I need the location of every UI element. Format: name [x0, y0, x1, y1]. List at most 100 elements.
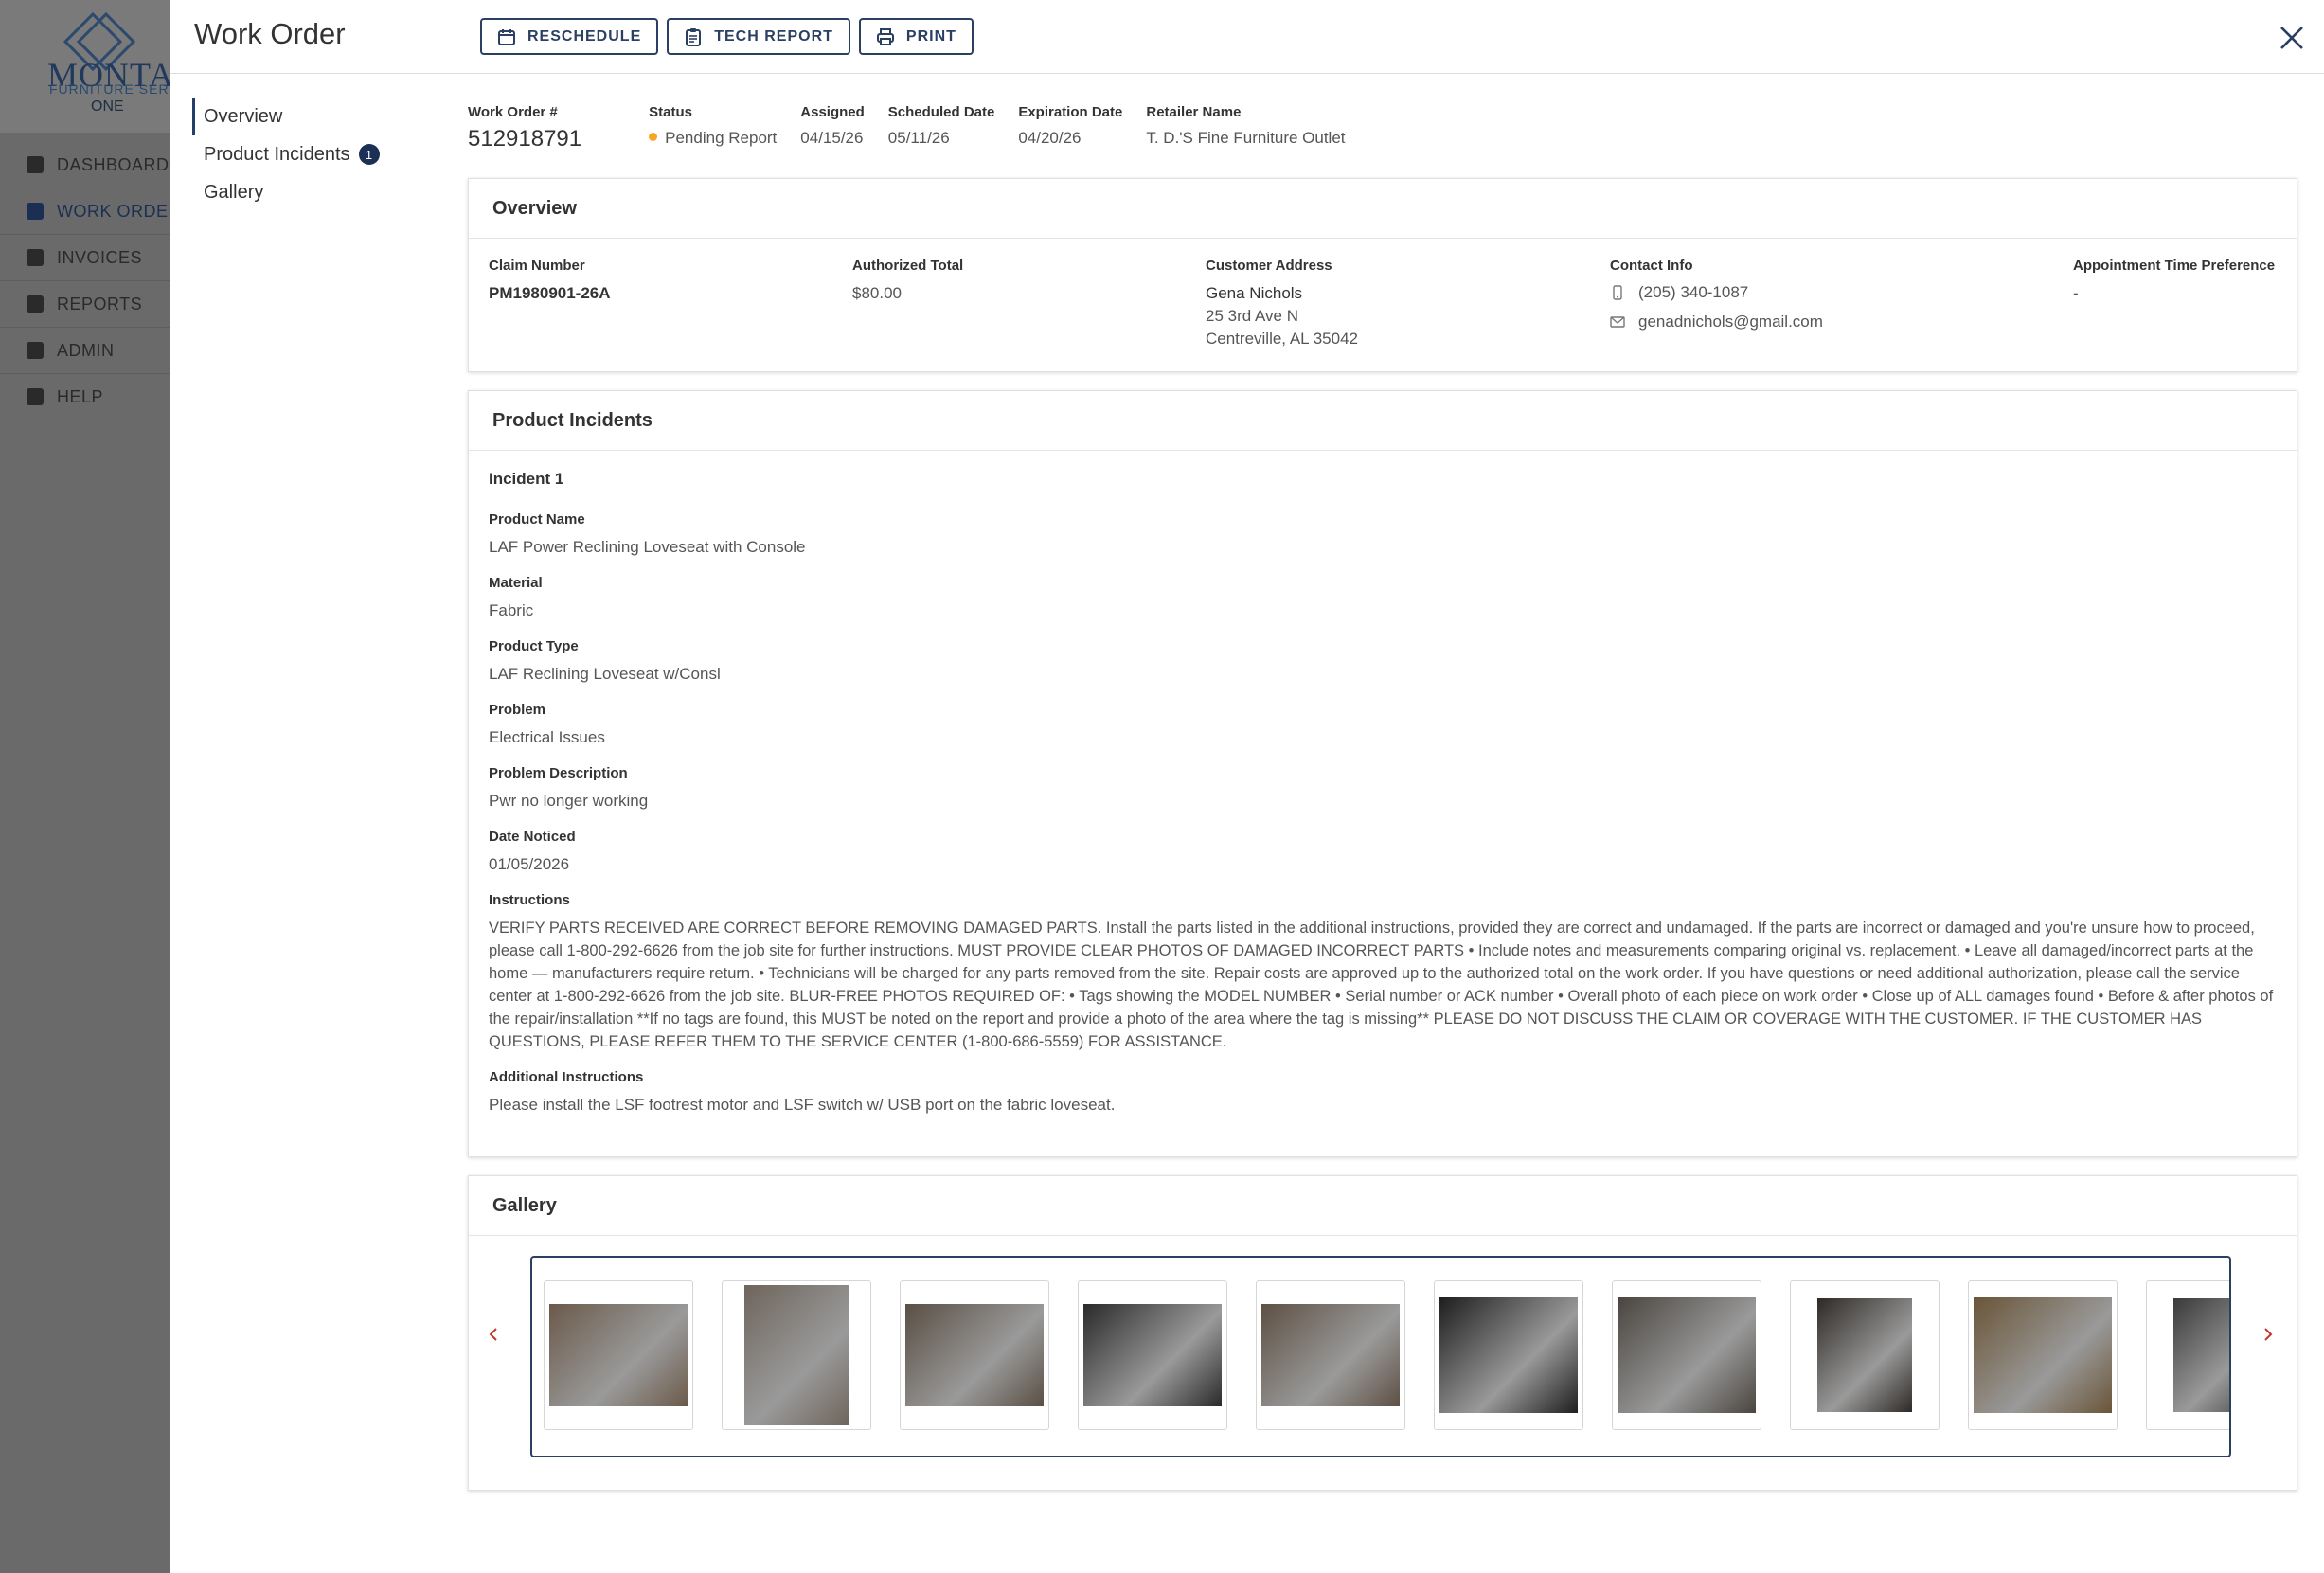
photo-usb-port-switch [1974, 1297, 2112, 1413]
contact-phone[interactable]: (205) 340-1087 [1610, 277, 1823, 307]
expiration-field: Expiration Date 04/20/26 [1018, 104, 1122, 152]
gallery-thumbnail[interactable] [1790, 1280, 1940, 1430]
photo-model-label [2173, 1298, 2229, 1412]
dashboard-icon [27, 156, 44, 173]
phone-icon [1613, 284, 1622, 300]
gallery-thumbnail[interactable] [1968, 1280, 2118, 1430]
work-order-modal: Work Order RESCHEDULE TECH REPORT PRINT … [170, 0, 2324, 1573]
product-type: LAF Reclining Loveseat w/Consl [489, 665, 721, 683]
product-incidents-heading: Product Incidents [469, 391, 2297, 451]
overview-body: Claim Number PM1980901-26A Authorized To… [469, 239, 2297, 381]
app-nav: DASHBOARD WORK ORDERS INVOICES REPORTS A… [0, 142, 170, 420]
field-label: Work Order # [468, 104, 558, 120]
app-nav-label: ADMIN [57, 340, 115, 360]
gallery-viewport [530, 1256, 2231, 1457]
field-label: Instructions [489, 892, 570, 908]
tech-report-button[interactable]: TECH REPORT [667, 18, 850, 55]
status-dot-icon [649, 133, 658, 141]
field-label: Product Type [489, 638, 579, 654]
section-nav-label: Overview [204, 105, 283, 127]
app-nav-reports[interactable]: REPORTS [0, 281, 170, 328]
section-nav-gallery[interactable]: Gallery [192, 173, 438, 211]
field-label: Problem [489, 702, 546, 718]
material: Fabric [489, 601, 534, 619]
section-nav-label: Product Incidents [204, 143, 350, 165]
app-nav-label: REPORTS [57, 294, 143, 313]
gallery-thumbnail[interactable] [1256, 1280, 1405, 1430]
field-label: Claim Number [489, 258, 585, 274]
reschedule-button[interactable]: RESCHEDULE [480, 18, 659, 55]
gallery-thumbnail[interactable] [544, 1280, 693, 1430]
photo-wiring-harness [1817, 1298, 1912, 1412]
gallery-track [544, 1280, 2229, 1430]
problem-description-field: Problem Description Pwr no longer workin… [489, 765, 2277, 813]
gallery-next-button[interactable] [2259, 1323, 2278, 1346]
app-nav-dashboard[interactable]: DASHBOARD [0, 142, 170, 188]
instructions-text: VERIFY PARTS RECEIVED ARE CORRECT BEFORE… [489, 920, 2274, 1050]
date-noticed-field: Date Noticed 01/05/2026 [489, 829, 2277, 876]
calendar-icon [498, 28, 515, 45]
app-nav-invoices[interactable]: INVOICES [0, 235, 170, 281]
field-label: Product Name [489, 511, 585, 527]
contact-email[interactable]: genadnichols@gmail.com [1610, 307, 1823, 336]
field-label: Additional Instructions [489, 1069, 644, 1085]
address-line-1: 25 3rd Ave N [1206, 307, 1298, 325]
field-label: Customer Address [1206, 258, 1332, 274]
overview-card: Overview Claim Number PM1980901-26A Auth… [468, 178, 2297, 372]
app-nav-admin[interactable]: ADMIN [0, 328, 170, 374]
field-label: Contact Info [1610, 258, 1693, 274]
modal-header: Work Order RESCHEDULE TECH REPORT PRINT [170, 0, 2324, 74]
incident-title: Incident 1 [489, 470, 564, 488]
gallery-thumbnail[interactable] [1612, 1280, 1761, 1430]
printer-icon [876, 27, 894, 45]
app-nav-work-orders[interactable]: WORK ORDERS [0, 188, 170, 235]
close-button[interactable] [2277, 23, 2307, 53]
gallery-thumbnail[interactable] [1078, 1280, 1227, 1430]
field-label: Expiration Date [1018, 104, 1123, 120]
app-nav-help[interactable]: HELP [0, 374, 170, 420]
gallery-thumbnail[interactable] [722, 1280, 871, 1430]
invoice-icon [27, 249, 44, 266]
briefcase-icon [27, 203, 44, 220]
work-order-summary: Work Order # 512918791 Status Pending Re… [468, 104, 1369, 152]
gallery-thumbnail[interactable] [2146, 1280, 2229, 1430]
logo-subtitle-2: ONE [91, 98, 124, 115]
field-label: Problem Description [489, 765, 628, 781]
photo-power-button-finger [905, 1304, 1044, 1406]
section-nav-product-incidents[interactable]: Product Incidents 1 [192, 135, 438, 173]
gallery-thumbnail[interactable] [900, 1280, 1049, 1430]
print-button[interactable]: PRINT [858, 18, 974, 55]
app-nav-label: INVOICES [57, 247, 143, 267]
mail-icon [1610, 315, 1625, 328]
gallery-heading: Gallery [469, 1176, 2297, 1236]
photo-motor-underside [1618, 1297, 1756, 1413]
assigned-date: 04/15/26 [800, 129, 864, 147]
clipboard-icon [686, 27, 702, 46]
field-label: Appointment Time Preference [2073, 258, 2276, 274]
section-nav-overview[interactable]: Overview [192, 98, 438, 135]
instructions-field: Instructions VERIFY PARTS RECEIVED ARE C… [489, 892, 2277, 1053]
gallery-thumbnail[interactable] [1434, 1280, 1583, 1430]
problem: Electrical Issues [489, 728, 605, 746]
expiration-date: 04/20/26 [1018, 129, 1082, 147]
claim-number: PM1980901-26A [489, 284, 611, 302]
retailer-name: T. D.'S Fine Furniture Outlet [1146, 129, 1346, 147]
photo-living-room-sectional [549, 1304, 688, 1406]
product-type-field: Product Type LAF Reclining Loveseat w/Co… [489, 638, 2277, 686]
print-label: PRINT [905, 27, 956, 45]
chevron-left-icon [489, 1328, 497, 1341]
problem-field: Problem Electrical Issues [489, 702, 2277, 749]
date-noticed: 01/05/2026 [489, 855, 570, 873]
section-nav: Overview Product Incidents 1 Gallery [192, 98, 438, 211]
work-order-number-field: Work Order # 512918791 [468, 104, 581, 152]
additional-instructions-field: Additional Instructions Please install t… [489, 1069, 2277, 1117]
additional-instructions: Please install the LSF footrest motor an… [489, 1096, 1116, 1114]
field-label: Date Noticed [489, 829, 576, 845]
photo-loveseat-fabric [1261, 1304, 1400, 1406]
email-address: genadnichols@gmail.com [1638, 312, 1823, 331]
gallery-prev-button[interactable] [484, 1323, 503, 1346]
customer-name: Gena Nichols [1206, 284, 1303, 302]
logo-subtitle: FURNITURE SERV [49, 81, 179, 97]
claim-number-field: Claim Number PM1980901-26A [489, 258, 611, 305]
app-nav-label: DASHBOARD [57, 154, 170, 174]
